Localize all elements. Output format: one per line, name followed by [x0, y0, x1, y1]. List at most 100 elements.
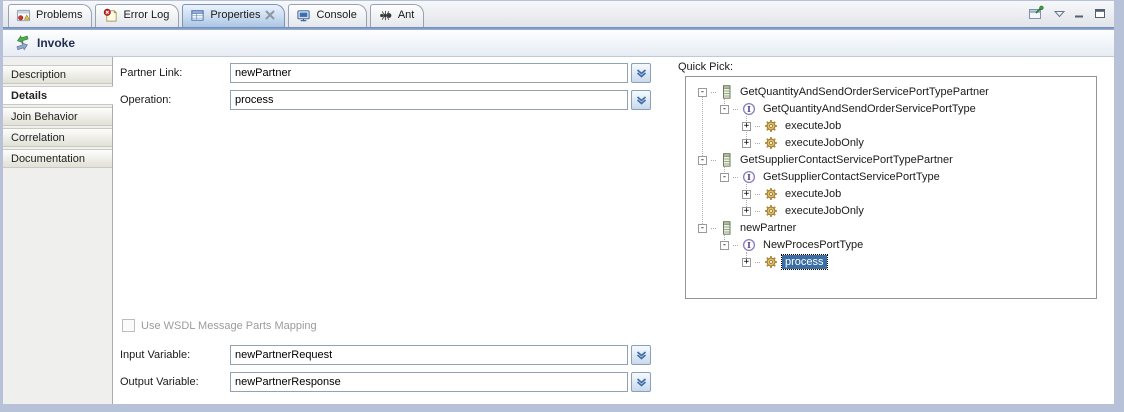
collapse-expander[interactable]: - — [720, 105, 729, 114]
tab-label: Ant — [398, 9, 415, 21]
input-variable-dropdown-button[interactable] — [631, 345, 651, 365]
quick-pick-tree: - GetQuantityAndSendOrderServicePortType… — [685, 76, 1097, 299]
input-variable-field[interactable] — [230, 345, 628, 365]
operation-icon — [764, 255, 778, 269]
tab-label: Properties — [210, 9, 260, 21]
operation-dropdown-button[interactable] — [631, 90, 651, 110]
tree-item[interactable]: - GetSupplierContactServicePortTypePartn… — [686, 152, 1096, 168]
maximize-icon[interactable] — [1094, 8, 1106, 19]
minimize-icon[interactable] — [1074, 9, 1085, 19]
operation-icon — [764, 204, 778, 218]
sidebar-item-documentation[interactable]: Documentation — [3, 149, 112, 168]
sidebar-item-join-behavior[interactable]: Join Behavior — [3, 107, 112, 126]
partner-link-label: Partner Link: — [120, 67, 182, 79]
interface-icon: I — [742, 238, 756, 252]
tree-item-label: GetQuantityAndSendOrderServicePortTypePa… — [737, 85, 992, 99]
window-frame: Problems Error Log Properties — [0, 0, 1124, 412]
tab-ant[interactable]: Ant — [370, 4, 425, 27]
properties-icon — [190, 8, 205, 23]
view-menu-chevron-icon[interactable] — [1054, 10, 1065, 18]
sidebar-item-details[interactable]: Details — [3, 86, 113, 105]
sidebar-item-correlation[interactable]: Correlation — [3, 128, 112, 147]
tree-item[interactable]: - I GetQuantityAndSendOrderServicePortTy… — [686, 101, 1096, 117]
collapse-expander[interactable]: - — [698, 224, 707, 233]
output-variable-field[interactable] — [230, 372, 628, 392]
expand-expander[interactable]: + — [742, 258, 751, 267]
tree-connector — [711, 228, 716, 229]
collapse-expander[interactable]: - — [720, 173, 729, 182]
tree-connector — [755, 194, 760, 195]
quick-pick-label: Quick Pick: — [678, 61, 733, 73]
expand-expander[interactable]: + — [742, 122, 751, 131]
page-title: Invoke — [37, 36, 75, 50]
tree-connector — [711, 92, 716, 93]
operation-field[interactable] — [230, 90, 628, 110]
tab-error-log[interactable]: Error Log — [95, 4, 179, 27]
ant-icon — [378, 8, 393, 23]
svg-text:I: I — [747, 105, 751, 115]
collapse-expander[interactable]: - — [698, 156, 707, 165]
tree-item-label: executeJobOnly — [782, 136, 867, 150]
input-variable-label: Input Variable: — [120, 349, 190, 361]
tree-item-selected[interactable]: + process — [686, 254, 1096, 270]
wsdl-mapping-label: Use WSDL Message Parts Mapping — [141, 320, 317, 332]
partner-link-dropdown-button[interactable] — [631, 63, 651, 83]
collapse-expander[interactable]: - — [698, 88, 707, 97]
tree-connector — [733, 177, 738, 178]
tree-item-label: GetSupplierContactServicePortType — [760, 170, 943, 184]
properties-content: Description Details Join Behavior Correl… — [3, 57, 1114, 404]
svg-text:I: I — [747, 241, 751, 251]
operation-icon — [764, 119, 778, 133]
tree-item-label: NewProcesPortType — [760, 238, 866, 252]
tree-item-label: process — [782, 255, 827, 269]
close-icon[interactable] — [265, 10, 275, 20]
tree-item-label: GetQuantityAndSendOrderServicePortType — [760, 102, 979, 116]
operation-icon — [764, 187, 778, 201]
view-toolbar — [1028, 5, 1106, 22]
tree-connector — [733, 109, 738, 110]
tree-item[interactable]: - I GetSupplierContactServicePortType — [686, 169, 1096, 185]
tree-item-label: executeJob — [782, 119, 844, 133]
operation-label: Operation: — [120, 94, 171, 106]
collapse-expander[interactable]: - — [720, 241, 729, 250]
output-variable-label: Output Variable: — [120, 376, 199, 388]
tree-item[interactable]: + executeJobOnly — [686, 135, 1096, 151]
tree-connector — [755, 126, 760, 127]
tree-item[interactable]: - I NewProcesPortType — [686, 237, 1096, 253]
tree-item[interactable]: + executeJobOnly — [686, 203, 1096, 219]
tree-item-label: executeJobOnly — [782, 204, 867, 218]
wsdl-mapping-checkbox — [122, 319, 135, 332]
tab-problems[interactable]: Problems — [8, 4, 92, 27]
tree-item-label: GetSupplierContactServicePortTypePartner — [737, 153, 956, 167]
tab-console[interactable]: Console — [288, 4, 366, 27]
partner-link-field[interactable] — [230, 63, 628, 83]
tree-connector — [755, 143, 760, 144]
view-header: Invoke — [3, 30, 1114, 57]
tree-item[interactable]: + executeJob — [686, 186, 1096, 202]
partner-link-icon — [720, 85, 733, 99]
invoke-icon — [14, 35, 30, 51]
expand-expander[interactable]: + — [742, 190, 751, 199]
partner-link-icon — [720, 221, 733, 235]
tree-item[interactable]: - GetQuantityAndSendOrderServicePortType… — [686, 84, 1096, 100]
tree-item[interactable]: + executeJob — [686, 118, 1096, 134]
view-tab-bar: Problems Error Log Properties — [3, 1, 1114, 27]
tree-connector — [711, 160, 716, 161]
tab-properties[interactable]: Properties — [182, 4, 285, 27]
tree-item[interactable]: - newPartner — [686, 220, 1096, 236]
error-log-icon — [103, 8, 118, 23]
svg-text:I: I — [747, 173, 751, 183]
operation-icon — [764, 136, 778, 150]
problems-icon — [16, 8, 31, 23]
tab-label: Console — [316, 9, 356, 21]
partner-link-icon — [720, 153, 733, 167]
expand-expander[interactable]: + — [742, 139, 751, 148]
tree-item-label: executeJob — [782, 187, 844, 201]
pin-view-icon[interactable] — [1028, 5, 1045, 22]
tree-connector — [755, 211, 760, 212]
expand-expander[interactable]: + — [742, 207, 751, 216]
tree-item-label: newPartner — [737, 221, 799, 235]
properties-view-window: Problems Error Log Properties — [3, 1, 1114, 404]
output-variable-dropdown-button[interactable] — [631, 372, 651, 392]
sidebar-item-description[interactable]: Description — [3, 65, 112, 84]
